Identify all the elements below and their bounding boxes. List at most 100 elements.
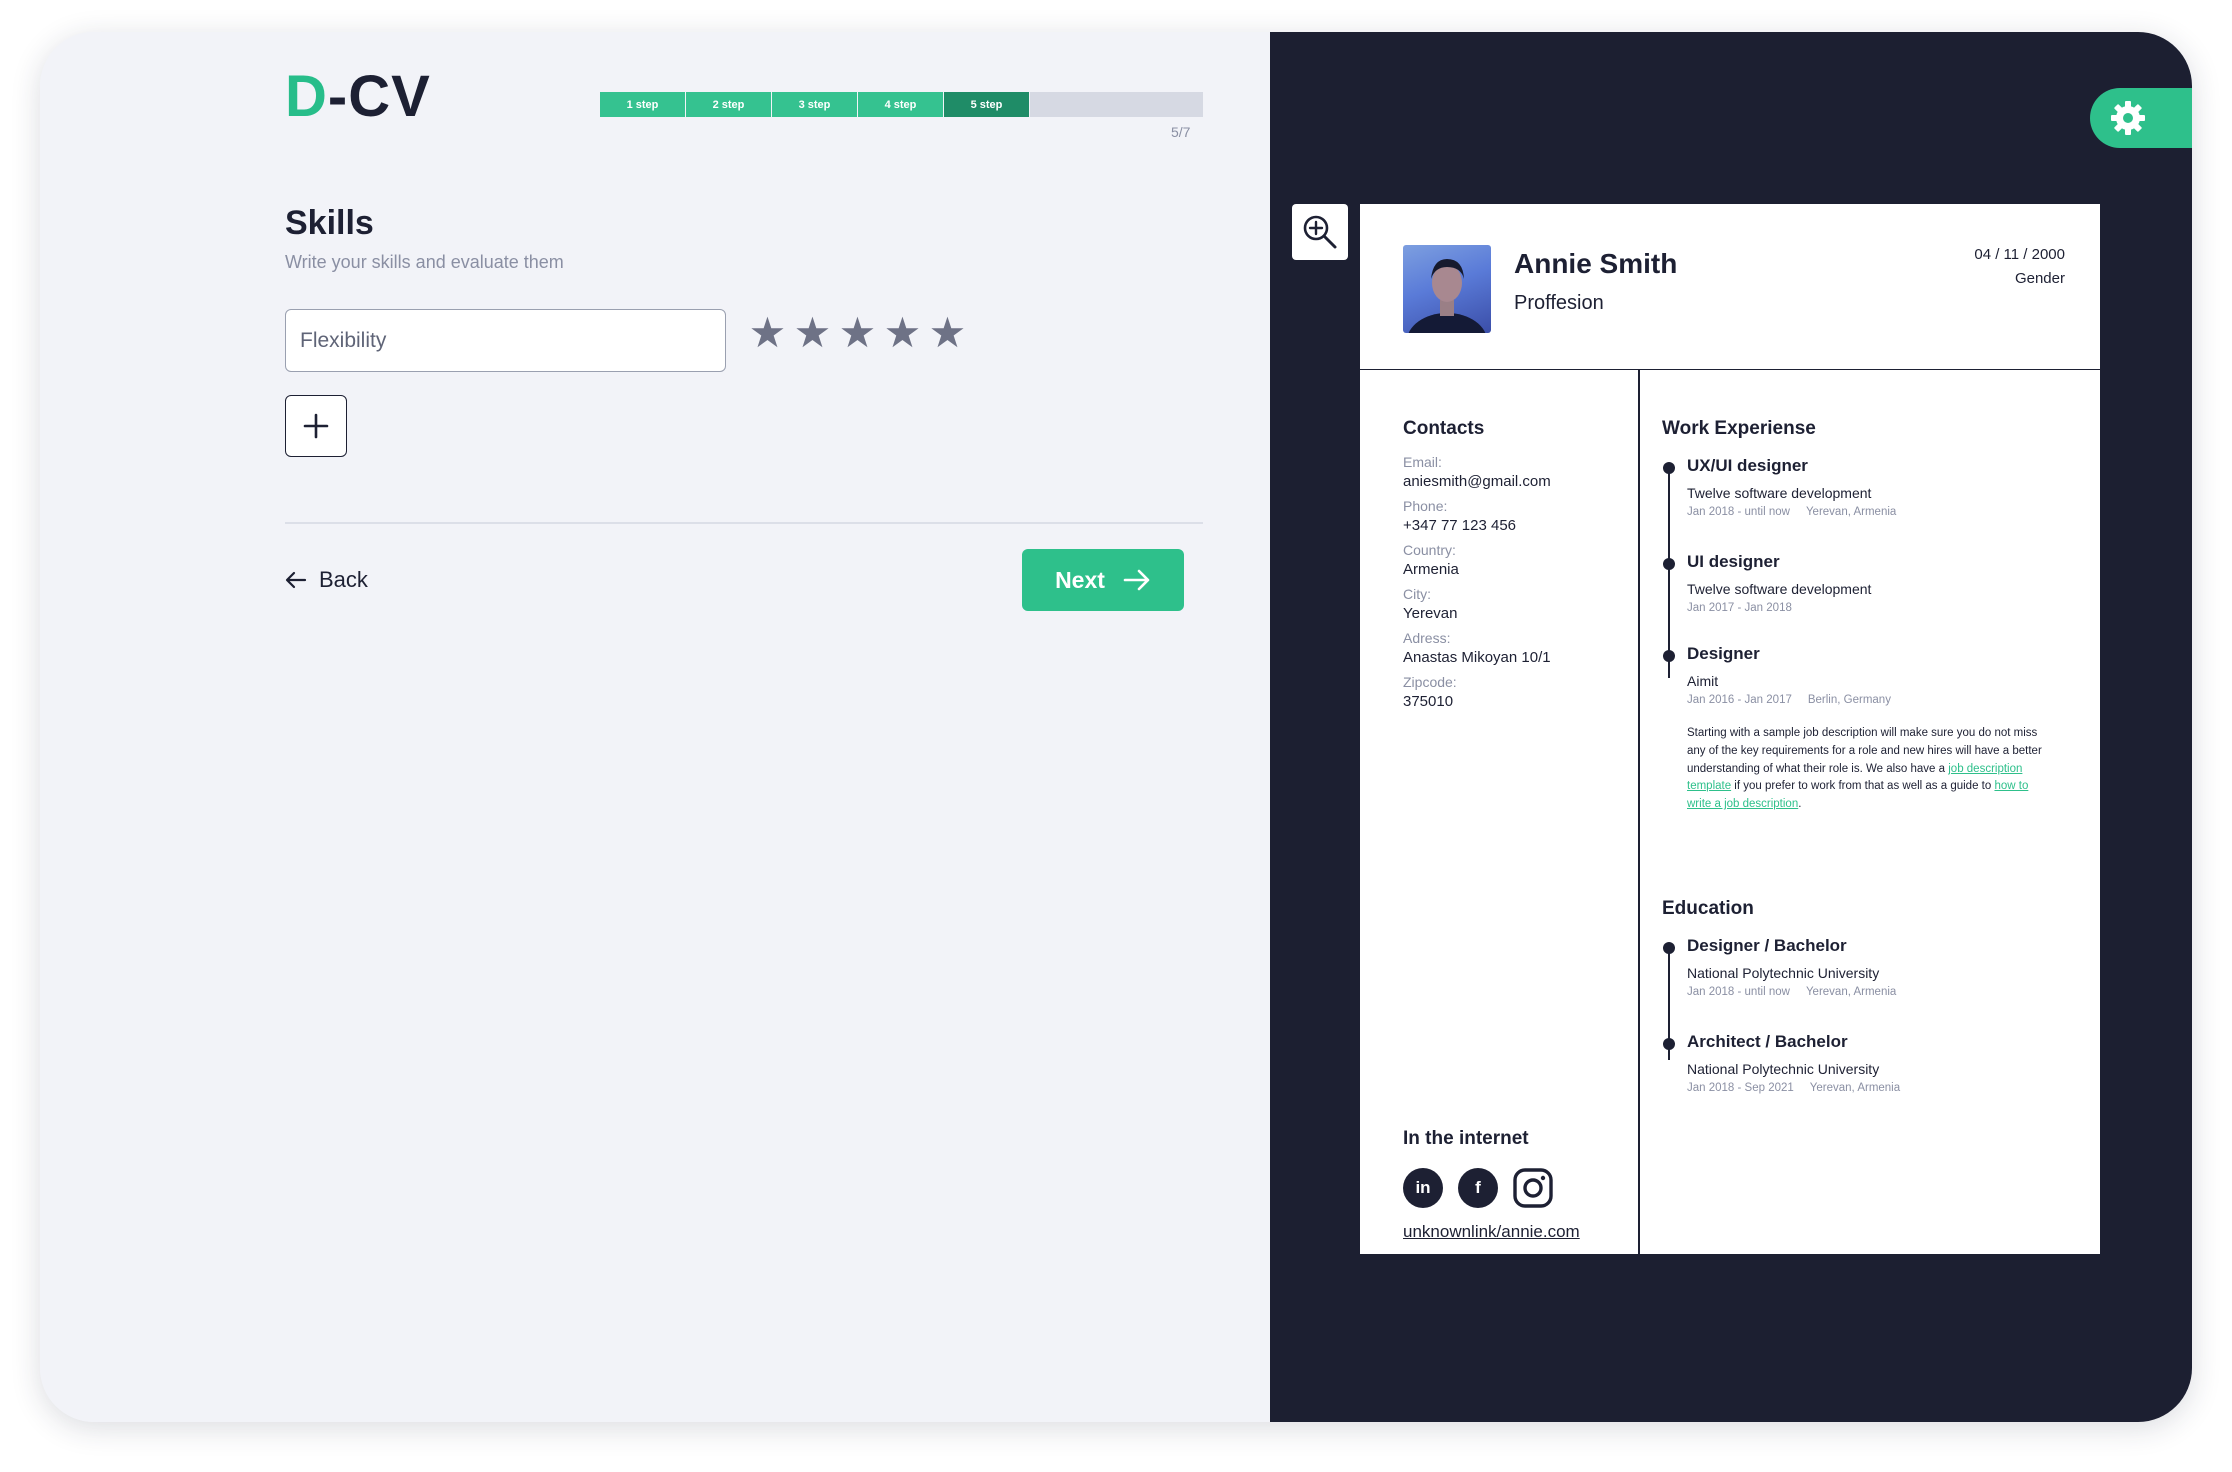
contacts-heading: Contacts [1403, 418, 1485, 439]
resume-preview: Annie Smith Proffesion 04 / 11 / 2000 Ge… [1360, 204, 2100, 1254]
work-meta: Jan 2017 - Jan 2018 [1687, 602, 2082, 614]
timeline-dot [1663, 462, 1675, 474]
timeline-dot [1663, 558, 1675, 570]
star-icon-3[interactable]: ★ [837, 312, 878, 354]
address-label: Adress: [1403, 630, 1451, 646]
step-1[interactable]: 1 step [600, 92, 686, 117]
arrow-right-icon [1123, 569, 1150, 591]
desc-text-3: . [1798, 798, 1802, 811]
timeline-dot [1663, 942, 1675, 954]
back-button[interactable]: Back [285, 567, 368, 593]
step-counter: 5/7 [1171, 124, 1191, 140]
work-title: UX/UI designer [1687, 456, 1808, 475]
work-section: Work Experiense UX/UI designer Twelve so… [1662, 418, 2082, 814]
step-4[interactable]: 4 step [858, 92, 944, 117]
step-2[interactable]: 2 step [686, 92, 772, 117]
back-label: Back [319, 567, 368, 592]
work-period: Jan 2018 - until now [1687, 506, 1790, 518]
education-section: Education Designer / Bachelor National P… [1662, 898, 2082, 1094]
education-heading: Education [1662, 898, 1754, 919]
education-school: National Polytechnic University [1687, 965, 1880, 981]
star-icon-4[interactable]: ★ [882, 312, 923, 354]
work-company: Twelve software development [1687, 485, 1872, 501]
city-value: Yerevan [1403, 605, 1458, 622]
desc-text-2: if you prefer to work from that as well … [1731, 780, 1995, 793]
logo: D-CV [285, 68, 431, 126]
internet-section: In the internet in f unknownlink/annie.c… [1403, 1128, 1633, 1242]
divider [285, 522, 1203, 524]
education-location: Yerevan, Armenia [1809, 1082, 1901, 1094]
work-title: UI designer [1687, 552, 1780, 571]
city-label: City: [1403, 586, 1431, 602]
star-icon-1[interactable]: ★ [747, 312, 788, 354]
email-label: Email: [1403, 454, 1442, 470]
star-icon-5[interactable]: ★ [927, 312, 968, 354]
arrow-left-icon [285, 571, 307, 589]
skill-input[interactable] [285, 309, 726, 372]
work-location: Berlin, Germany [1807, 694, 1891, 706]
country-label: Country: [1403, 542, 1456, 558]
page-subtitle: Write your skills and evaluate them [285, 252, 564, 272]
phone-value: +347 77 123 456 [1403, 517, 1517, 534]
logo-rest: -CV [327, 64, 431, 129]
education-title: Designer / Bachelor [1687, 936, 1847, 955]
internet-heading: In the internet [1403, 1128, 1529, 1149]
resume-birthdate: 04 / 11 / 2000 [1974, 246, 2065, 263]
work-heading: Work Experiense [1662, 418, 1816, 439]
next-button[interactable]: Next [1022, 549, 1184, 611]
instagram-glyph [1513, 1168, 1553, 1208]
zoom-in-icon [1303, 215, 1337, 249]
facebook-icon[interactable]: f [1458, 1168, 1498, 1208]
gear-icon [2111, 101, 2145, 135]
star-icon-2[interactable]: ★ [792, 312, 833, 354]
add-skill-button[interactable] [285, 395, 347, 457]
work-title: Designer [1687, 644, 1760, 663]
next-label: Next [1055, 566, 1105, 593]
settings-button[interactable] [2090, 88, 2192, 148]
work-period: Jan 2017 - Jan 2018 [1687, 602, 1792, 614]
linkedin-icon[interactable]: in [1403, 1168, 1443, 1208]
education-location: Yerevan, Armenia [1805, 986, 1897, 998]
work-location: Yerevan, Armenia [1805, 506, 1897, 518]
education-meta: Jan 2018 - until now Yerevan, Armenia [1687, 986, 2082, 998]
preview-panel: Annie Smith Proffesion 04 / 11 / 2000 Ge… [1270, 32, 2192, 1422]
resume-gender: Gender [2014, 270, 2065, 287]
work-period: Jan 2016 - Jan 2017 [1687, 694, 1792, 706]
resume-name: Annie Smith [1514, 248, 1678, 279]
address-value: Anastas Mikoyan 10/1 [1403, 649, 1551, 666]
column-divider [1638, 370, 1640, 1254]
contacts-section: Contacts Email: aniesmith@gmail.com Phon… [1403, 418, 1623, 710]
zoom-button[interactable] [1292, 204, 1348, 260]
education-item: Architect / Bachelor National Polytechni… [1662, 1032, 2082, 1094]
timeline-dot [1663, 650, 1675, 662]
education-school: National Polytechnic University [1687, 1061, 1880, 1077]
work-timeline: UX/UI designer Twelve software developme… [1662, 456, 2082, 814]
resume-profession: Proffesion [1514, 292, 1604, 314]
education-period: Jan 2018 - Sep 2021 [1687, 1082, 1794, 1094]
avatar-photo [1408, 259, 1486, 333]
work-company: Aimit [1687, 673, 1719, 689]
social-links: in f [1403, 1168, 1633, 1208]
education-meta: Jan 2018 - Sep 2021 Yerevan, Armenia [1687, 1082, 2082, 1094]
zipcode-label: Zipcode: [1403, 674, 1457, 690]
work-company: Twelve software development [1687, 581, 1872, 597]
app-window: D-CV 1 step 2 step 3 step 4 step 5 step … [40, 32, 2192, 1422]
education-title: Architect / Bachelor [1687, 1032, 1848, 1051]
personal-link[interactable]: unknownlink/annie.com [1403, 1222, 1633, 1242]
logo-first: D [285, 64, 328, 129]
page-title: Skills [285, 204, 374, 242]
editor-panel: D-CV 1 step 2 step 3 step 4 step 5 step … [40, 32, 1270, 1422]
timeline-dot [1663, 1038, 1675, 1050]
work-item: UI designer Twelve software development … [1662, 552, 2082, 614]
work-item: Designer Aimit Jan 2016 - Jan 2017 Berli… [1662, 644, 2082, 814]
skill-rating: ★ ★ ★ ★ ★ [747, 312, 968, 354]
zipcode-value: 375010 [1403, 693, 1454, 710]
country-value: Armenia [1403, 561, 1459, 578]
avatar [1403, 245, 1491, 333]
education-period: Jan 2018 - until now [1687, 986, 1790, 998]
step-5[interactable]: 5 step [944, 92, 1030, 117]
step-3[interactable]: 3 step [772, 92, 858, 117]
work-meta: Jan 2016 - Jan 2017 Berlin, Germany [1687, 694, 2082, 706]
plus-icon [303, 413, 329, 439]
instagram-icon[interactable] [1513, 1168, 1553, 1208]
